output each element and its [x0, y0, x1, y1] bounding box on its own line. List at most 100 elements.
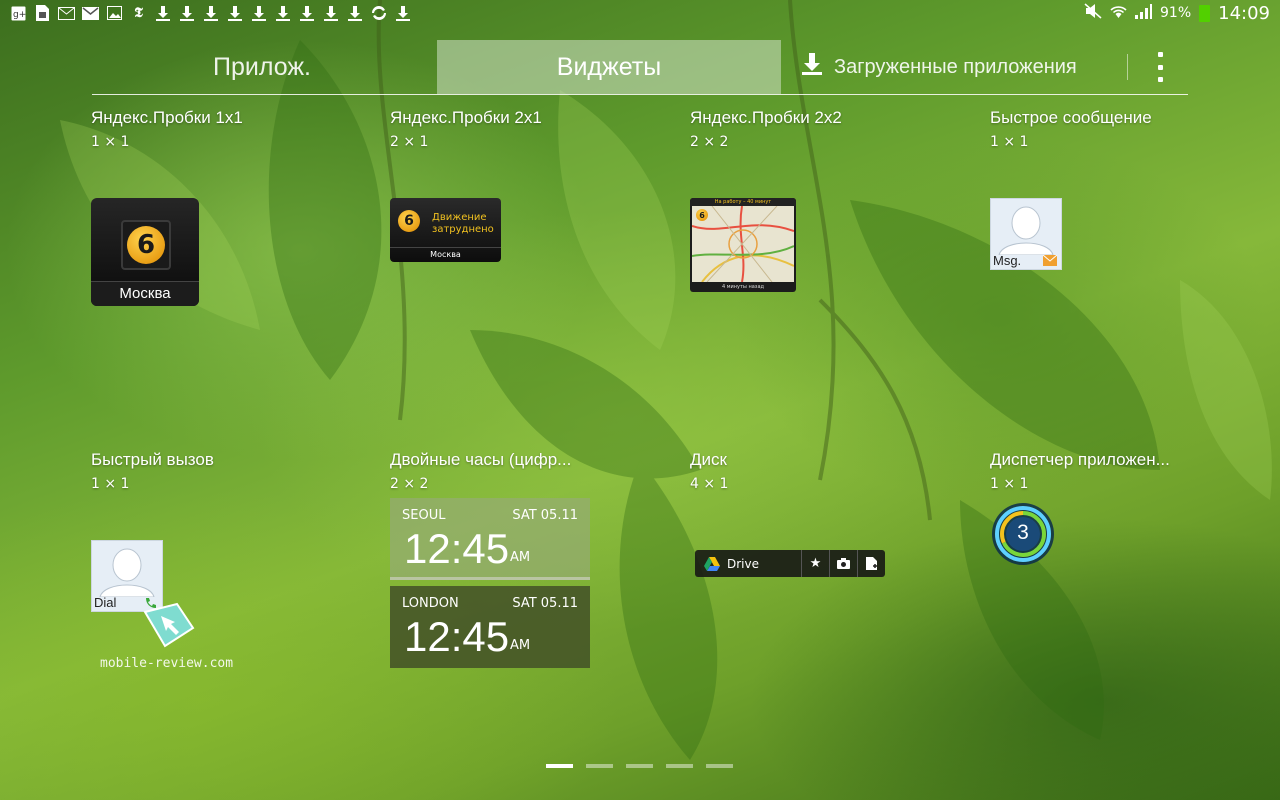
page-dot[interactable]	[706, 764, 733, 768]
download-icon	[802, 53, 822, 81]
widget-quick-dial[interactable]: Быстрый вызов 1 × 1 Dial	[91, 450, 291, 612]
watermark-logo-icon	[142, 602, 194, 648]
route-header: На работу – 40 минут	[690, 198, 796, 206]
widget-size: 2 × 2	[390, 476, 429, 492]
watermark: mobile-review.com	[100, 600, 233, 671]
email-icon	[58, 5, 75, 22]
clock-time: 12:45	[404, 613, 510, 660]
widget-title: Яндекс.Пробки 2x2	[690, 108, 842, 127]
clock-city: LONDON	[402, 596, 459, 611]
envelope-icon	[1043, 255, 1057, 266]
download-icon	[298, 5, 315, 22]
widget-title: Двойные часы (цифр...	[390, 450, 572, 469]
widget-yandex-traffic-2x2[interactable]: Яндекс.Пробки 2x2 2 × 2 На работу – 40 м…	[690, 108, 890, 292]
page-dot[interactable]	[666, 764, 693, 768]
widget-preview[interactable]: Msg.	[990, 198, 1062, 270]
widget-yandex-traffic-2x1[interactable]: Яндекс.Пробки 2x1 2 × 1 6 Движение затру…	[390, 108, 590, 262]
watermark-text: mobile-review.com	[100, 656, 234, 671]
download-icon	[274, 5, 291, 22]
traffic-score: 6	[696, 209, 708, 221]
widget-preview[interactable]: На работу – 40 минут 6 4 минуты назад	[690, 198, 796, 292]
city-label: Москва	[390, 247, 501, 262]
widget-quick-message[interactable]: Быстрое сообщение 1 × 1 Msg.	[990, 108, 1190, 270]
nytimes-icon: 𝕿	[134, 5, 143, 21]
new-document-icon[interactable]	[857, 550, 885, 577]
widget-title: Быстрый вызов	[91, 450, 214, 469]
page-dot[interactable]	[546, 764, 573, 768]
contact-avatar-icon	[998, 206, 1054, 255]
tab-apps[interactable]: Прилож.	[152, 40, 372, 94]
city-label: Москва	[91, 281, 199, 306]
widget-dual-clock[interactable]: Двойные часы (цифр... 2 × 2 SEOUL SAT 05…	[390, 450, 590, 668]
sync-icon	[370, 5, 387, 22]
widget-title: Быстрое сообщение	[990, 108, 1152, 127]
widget-task-manager[interactable]: Диспетчер приложен... 1 × 1 3	[990, 450, 1190, 565]
widget-preview[interactable]: SEOUL SAT 05.11 12:45 AM LONDON SAT 05.1…	[390, 498, 590, 668]
widget-title: Яндекс.Пробки 2x1	[390, 108, 542, 127]
status-bar: g+ 𝕿 91% 14:09	[0, 0, 1280, 26]
traffic-light-icon: 6	[121, 220, 171, 270]
widget-title: Яндекс.Пробки 1x1	[91, 108, 243, 127]
traffic-score: 6	[127, 226, 165, 264]
clock-london: LONDON SAT 05.11 12:45 AM	[390, 586, 590, 668]
page-dot[interactable]	[626, 764, 653, 768]
widget-size: 2 × 1	[390, 134, 429, 150]
widget-size: 2 × 2	[690, 134, 729, 150]
clock-date: SAT 05.11	[512, 508, 578, 523]
download-icon	[394, 5, 411, 22]
clock-ampm: AM	[510, 638, 531, 653]
mute-icon	[1084, 3, 1102, 23]
signal-icon	[1135, 3, 1152, 23]
traffic-status: Движение затруднено	[432, 212, 494, 235]
drive-logo-icon	[704, 556, 720, 571]
download-icon	[202, 5, 219, 22]
widget-size: 1 × 1	[990, 134, 1029, 150]
notification-icons: g+ 𝕿	[10, 5, 411, 22]
download-icon	[178, 5, 195, 22]
page-dot[interactable]	[586, 764, 613, 768]
contact-avatar-icon	[99, 548, 155, 597]
gallery-icon	[106, 5, 123, 22]
star-icon[interactable]: ★	[801, 550, 829, 577]
widget-yandex-traffic-1x1[interactable]: Яндекс.Пробки 1x1 1 × 1 6 Москва	[91, 108, 291, 306]
overflow-menu-button[interactable]	[1150, 52, 1170, 82]
tab-downloads-label: Загруженные приложения	[834, 55, 1077, 78]
clock-date: SAT 05.11	[512, 596, 578, 611]
sim-icon	[34, 5, 51, 22]
running-apps-count: 3	[1017, 521, 1029, 544]
download-icon	[154, 5, 171, 22]
widget-preview[interactable]: Drive ★	[695, 550, 885, 577]
widget-drive[interactable]: Диск 4 × 1 Drive ★	[690, 450, 890, 577]
camera-icon[interactable]	[829, 550, 857, 577]
update-time: 4 минуты назад	[722, 284, 764, 290]
drive-label: Drive	[727, 556, 759, 571]
status-clock: 14:09	[1218, 2, 1270, 24]
download-icon	[226, 5, 243, 22]
widget-preview[interactable]: 6 Москва	[91, 198, 199, 306]
traffic-score: 6	[398, 210, 420, 232]
clock-ampm: AM	[510, 550, 531, 565]
clock-seoul: SEOUL SAT 05.11 12:45 AM	[390, 498, 590, 580]
svg-text:g+: g+	[13, 10, 26, 20]
tab-widgets[interactable]: Виджеты	[437, 40, 781, 94]
widget-preview[interactable]: 3	[990, 501, 1056, 567]
widget-preview[interactable]: 6 Движение затруднено Москва	[390, 198, 501, 262]
widget-title: Диспетчер приложен...	[990, 450, 1170, 469]
widget-size: 4 × 1	[690, 476, 729, 492]
gmail-icon	[82, 5, 99, 22]
battery-percent: 91%	[1160, 5, 1192, 21]
battery-icon	[1199, 4, 1211, 22]
download-icon	[346, 5, 363, 22]
page-indicator	[546, 764, 733, 768]
google-plus-icon: g+	[10, 5, 27, 22]
clock-time: 12:45	[404, 525, 510, 572]
clock-city: SEOUL	[402, 508, 446, 523]
menu-separator	[1127, 54, 1128, 80]
tab-bar: Прилож. Виджеты Загруженные приложения	[92, 40, 1188, 95]
widget-size: 1 × 1	[91, 476, 130, 492]
download-icon	[322, 5, 339, 22]
download-icon	[250, 5, 267, 22]
tab-downloads[interactable]: Загруженные приложения	[802, 40, 1122, 94]
widget-title: Диск	[690, 450, 727, 469]
wifi-icon	[1110, 4, 1127, 23]
